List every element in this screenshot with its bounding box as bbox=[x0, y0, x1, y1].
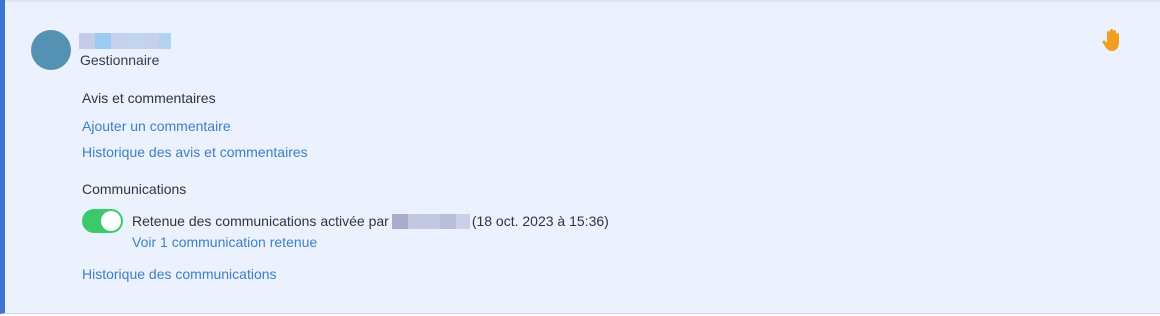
hold-status-text: Retenue des communications activée par bbox=[132, 213, 389, 229]
communication-hold-toggle[interactable] bbox=[82, 209, 123, 233]
hold-author-redacted bbox=[391, 213, 470, 229]
avatar bbox=[31, 30, 71, 70]
reviews-section-title: Avis et commentaires bbox=[82, 90, 216, 106]
raised-hand-icon bbox=[1102, 29, 1119, 51]
hold-date: (18 oct. 2023 à 15:36) bbox=[471, 213, 609, 229]
card-top-shadow bbox=[5, 0, 1160, 3]
toggle-knob bbox=[101, 211, 121, 231]
user-card: Gestionnaire Avis et commentaires Ajoute… bbox=[0, 0, 1160, 314]
view-held-communication-link[interactable]: Voir 1 communication retenue bbox=[132, 234, 317, 250]
communications-section-title: Communications bbox=[82, 181, 187, 197]
user-name-redacted bbox=[79, 33, 171, 49]
user-role: Gestionnaire bbox=[80, 52, 160, 68]
communications-history-link[interactable]: Historique des communications bbox=[82, 266, 277, 282]
add-comment-link[interactable]: Ajouter un commentaire bbox=[82, 118, 231, 134]
hold-status-line: Retenue des communications activée par (… bbox=[132, 213, 609, 229]
reviews-history-link[interactable]: Historique des avis et commentaires bbox=[82, 144, 308, 160]
